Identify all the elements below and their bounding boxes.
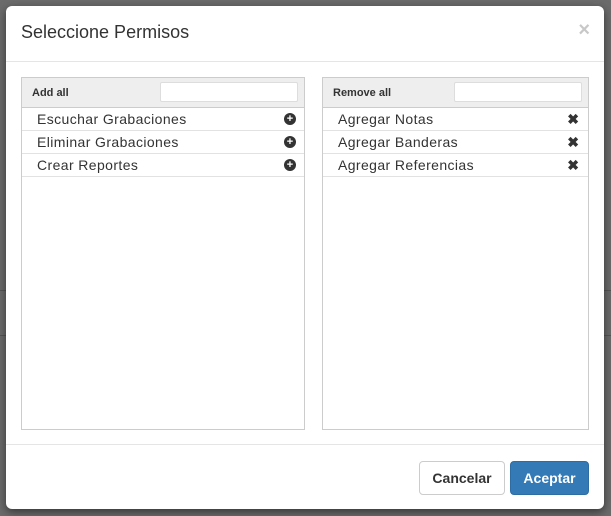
available-permissions-list: Escuchar Grabaciones + Eliminar Grabacio…: [22, 108, 304, 177]
list-item[interactable]: Crear Reportes +: [22, 154, 304, 177]
plus-circle-icon[interactable]: +: [284, 136, 296, 148]
modal-footer: Cancelar Aceptar: [6, 444, 604, 509]
list-item-label: Agregar Referencias: [338, 157, 474, 173]
selected-permissions-list: Agregar Notas ✖ Agregar Banderas ✖ Agreg…: [323, 108, 588, 177]
list-item-label: Crear Reportes: [37, 157, 139, 173]
remove-icon[interactable]: ✖: [567, 111, 579, 127]
plus-circle-icon[interactable]: +: [284, 159, 296, 171]
add-all-button[interactable]: Add all: [32, 87, 69, 99]
list-item[interactable]: Agregar Notas ✖: [323, 108, 588, 131]
permissions-modal: Seleccione Permisos × Add all Escuchar G…: [6, 6, 604, 509]
list-item-label: Eliminar Grabaciones: [37, 134, 179, 150]
modal-header: Seleccione Permisos ×: [6, 6, 604, 62]
list-item[interactable]: Agregar Banderas ✖: [323, 131, 588, 154]
selected-permissions-panel: Remove all Agregar Notas ✖ Agregar Bande…: [322, 77, 589, 430]
close-icon[interactable]: ×: [578, 20, 590, 40]
modal-title: Seleccione Permisos: [21, 22, 190, 42]
list-item[interactable]: Escuchar Grabaciones +: [22, 108, 304, 131]
list-item[interactable]: Agregar Referencias ✖: [323, 154, 588, 177]
available-permissions-panel: Add all Escuchar Grabaciones + Eliminar …: [21, 77, 305, 430]
cancel-button[interactable]: Cancelar: [419, 461, 505, 495]
remove-all-button[interactable]: Remove all: [333, 87, 391, 99]
list-item-label: Escuchar Grabaciones: [37, 111, 187, 127]
accept-button[interactable]: Aceptar: [510, 461, 589, 495]
list-item-label: Agregar Banderas: [338, 134, 459, 150]
list-item[interactable]: Eliminar Grabaciones +: [22, 131, 304, 154]
available-panel-header: Add all: [22, 78, 304, 108]
remove-icon[interactable]: ✖: [567, 157, 579, 173]
selected-filter-input[interactable]: [454, 82, 582, 102]
selected-panel-header: Remove all: [323, 78, 588, 108]
plus-circle-icon[interactable]: +: [284, 113, 296, 125]
remove-icon[interactable]: ✖: [567, 134, 579, 150]
available-filter-input[interactable]: [160, 82, 298, 102]
list-item-label: Agregar Notas: [338, 111, 434, 127]
